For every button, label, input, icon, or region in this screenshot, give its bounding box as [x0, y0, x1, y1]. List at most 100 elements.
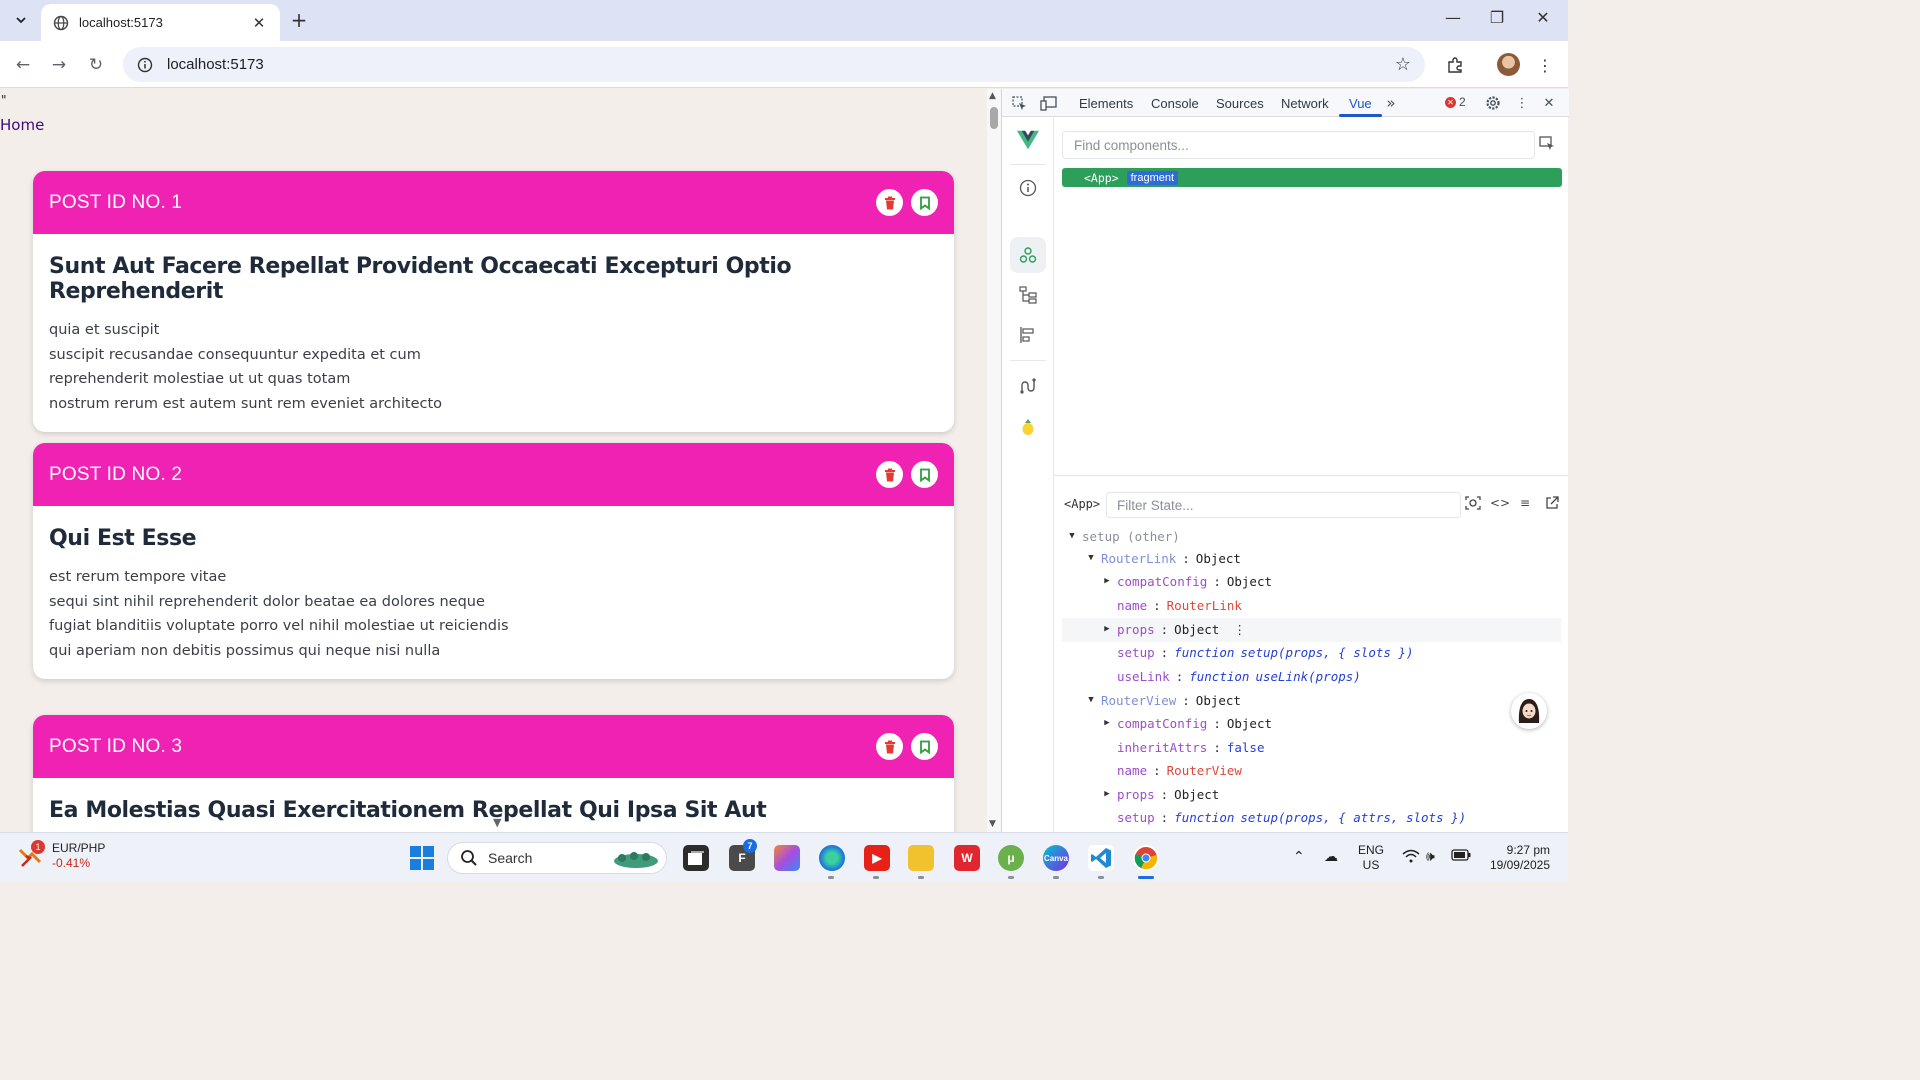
bookmark-button[interactable]	[911, 461, 938, 488]
file-explorer-icon[interactable]	[908, 845, 934, 871]
expand-arrow-icon: ▼	[1069, 531, 1075, 541]
reload-icon[interactable]: ↻	[84, 53, 108, 77]
youtube-icon[interactable]: ▶	[864, 845, 890, 871]
new-tab-button[interactable]: +	[288, 9, 310, 31]
vscode-icon[interactable]	[1088, 845, 1114, 871]
state-row-routerview[interactable]: ▼ RouterView : Object	[1085, 690, 1241, 710]
scroll-to-component-icon[interactable]	[1464, 496, 1482, 512]
back-icon[interactable]: ←	[11, 53, 35, 77]
pinia-icon[interactable]	[1016, 415, 1040, 439]
state-row[interactable]: name : RouterLink	[1117, 595, 1242, 615]
task-view-icon[interactable]	[683, 845, 709, 871]
tab-search-button[interactable]	[9, 8, 33, 32]
scroll-up-arrow-icon[interactable]: ▲	[989, 91, 996, 101]
select-component-icon[interactable]	[1539, 136, 1559, 156]
extensions-icon[interactable]	[1443, 53, 1467, 77]
info-icon[interactable]	[1016, 176, 1040, 200]
tab-network[interactable]: Network	[1281, 96, 1329, 111]
tray-overflow-icon[interactable]: ⌃	[1293, 849, 1305, 865]
state-row[interactable]: ▶ compatConfig : Object	[1101, 713, 1272, 733]
setup-section-row[interactable]: ▼ setup (other)	[1066, 526, 1180, 546]
state-row[interactable]: setup : function setup(props, { slots })	[1117, 642, 1413, 662]
device-toolbar-icon[interactable]	[1039, 94, 1057, 112]
more-tabs-icon[interactable]: »	[1382, 94, 1400, 112]
bookmark-star-icon[interactable]: ☆	[1395, 54, 1411, 75]
state-row[interactable]: useLink : function useLink(props)	[1117, 666, 1361, 686]
language-indicator[interactable]: ENG US	[1358, 843, 1384, 873]
open-external-icon[interactable]	[1543, 496, 1561, 512]
clock[interactable]: 9:27 pm 19/09/2025	[1484, 843, 1550, 873]
state-row-routerlink[interactable]: ▼ RouterLink : Object	[1085, 548, 1241, 568]
delete-button[interactable]	[876, 461, 903, 488]
state-row[interactable]: ▶ props : Object	[1101, 784, 1219, 804]
row-more-icon[interactable]: ⋮	[1233, 622, 1246, 637]
wifi-icon[interactable]	[1402, 849, 1420, 867]
post-card: POST ID NO. 3 Ea Molestias Quasi Exercit…	[33, 715, 954, 832]
tab-close-icon[interactable]: ✕	[250, 14, 268, 32]
timeline-icon[interactable]	[1016, 323, 1040, 347]
bookmark-button[interactable]	[911, 733, 938, 760]
vue-logo-icon[interactable]	[1016, 128, 1040, 152]
component-row-app[interactable]: <App> fragment	[1062, 168, 1562, 187]
taskbar-search-box[interactable]: Search	[447, 842, 667, 874]
copilot-icon[interactable]	[774, 845, 800, 871]
tab-sources[interactable]: Sources	[1216, 96, 1264, 111]
state-row[interactable]: setup : function setup(props, { attrs, s…	[1117, 807, 1466, 827]
devtools-close-icon[interactable]: ✕	[1540, 94, 1558, 112]
home-link[interactable]: Home	[0, 116, 44, 134]
delete-button[interactable]	[876, 189, 903, 216]
error-counter[interactable]: ✕ 2	[1445, 95, 1466, 109]
find-components-input[interactable]: Find components...	[1062, 131, 1535, 159]
inspect-element-icon[interactable]	[1010, 94, 1028, 112]
browser-menu-icon[interactable]: ⋮	[1533, 53, 1557, 77]
settings-gear-icon[interactable]	[1484, 94, 1502, 112]
components-icon[interactable]	[1016, 243, 1040, 267]
stock-widget[interactable]: 1 EUR/PHP -0.41%	[18, 840, 105, 871]
battery-icon[interactable]	[1451, 849, 1471, 865]
assistant-avatar-icon[interactable]	[1511, 693, 1547, 729]
bookmark-icon	[919, 740, 930, 754]
browser-tab-active[interactable]: localhost:5173 ✕	[41, 4, 280, 41]
scroll-thumb[interactable]	[990, 107, 998, 129]
address-bar[interactable]: localhost:5173 ☆	[123, 47, 1425, 82]
minimize-button[interactable]: —	[1441, 8, 1465, 27]
filter-state-input[interactable]: Filter State...	[1106, 492, 1461, 518]
tab-console[interactable]: Console	[1151, 96, 1199, 111]
onedrive-icon[interactable]: ☁	[1324, 849, 1338, 865]
forward-icon[interactable]: →	[47, 53, 71, 77]
page-scrollbar[interactable]: ▲ ▼	[987, 89, 1001, 832]
close-window-button[interactable]: ✕	[1531, 8, 1555, 27]
state-row[interactable]: ▶ props : Object ⋮	[1101, 619, 1246, 639]
stock-chart-icon: 1	[18, 840, 45, 868]
state-row[interactable]: name : RouterView	[1117, 760, 1242, 780]
tab-vue[interactable]: Vue	[1349, 96, 1372, 111]
bookmark-button[interactable]	[911, 189, 938, 216]
chrome-icon[interactable]	[1133, 845, 1159, 871]
app-f-icon[interactable]: F 7	[729, 839, 757, 871]
state-key: inheritAttrs	[1117, 739, 1208, 755]
volume-icon[interactable]: 🕪	[1426, 849, 1435, 865]
utorrent-icon[interactable]: μ	[998, 845, 1024, 871]
tab-elements[interactable]: Elements	[1079, 96, 1133, 111]
restore-button[interactable]: ❐	[1485, 8, 1509, 27]
collapse-arrow-icon: ▶	[1104, 624, 1110, 634]
site-info-icon[interactable]	[137, 57, 153, 73]
code-icon[interactable]: <>	[1490, 496, 1510, 512]
search-label: Search	[488, 850, 533, 866]
collapse-all-icon[interactable]: ≡	[1516, 496, 1534, 512]
scroll-down-arrow-icon[interactable]: ▼	[989, 819, 996, 829]
wps-office-icon[interactable]: W	[954, 845, 980, 871]
canva-icon[interactable]: Canva	[1043, 845, 1069, 871]
running-indicator	[918, 876, 924, 879]
state-row[interactable]: inheritAttrs : false	[1117, 737, 1264, 757]
windows-start-icon[interactable]	[409, 845, 435, 871]
component-tree-icon[interactable]	[1016, 283, 1040, 307]
state-row[interactable]: ▶ compatConfig : Object	[1101, 571, 1272, 591]
router-icon[interactable]	[1016, 374, 1040, 398]
collapse-arrow-icon: ▶	[1104, 718, 1110, 728]
devtools-menu-icon[interactable]: ⋮	[1513, 94, 1531, 112]
edge-browser-icon[interactable]	[819, 845, 845, 871]
scroll-down-indicator-icon[interactable]: ▼	[493, 816, 509, 832]
delete-button[interactable]	[876, 733, 903, 760]
profile-avatar[interactable]	[1497, 53, 1520, 76]
